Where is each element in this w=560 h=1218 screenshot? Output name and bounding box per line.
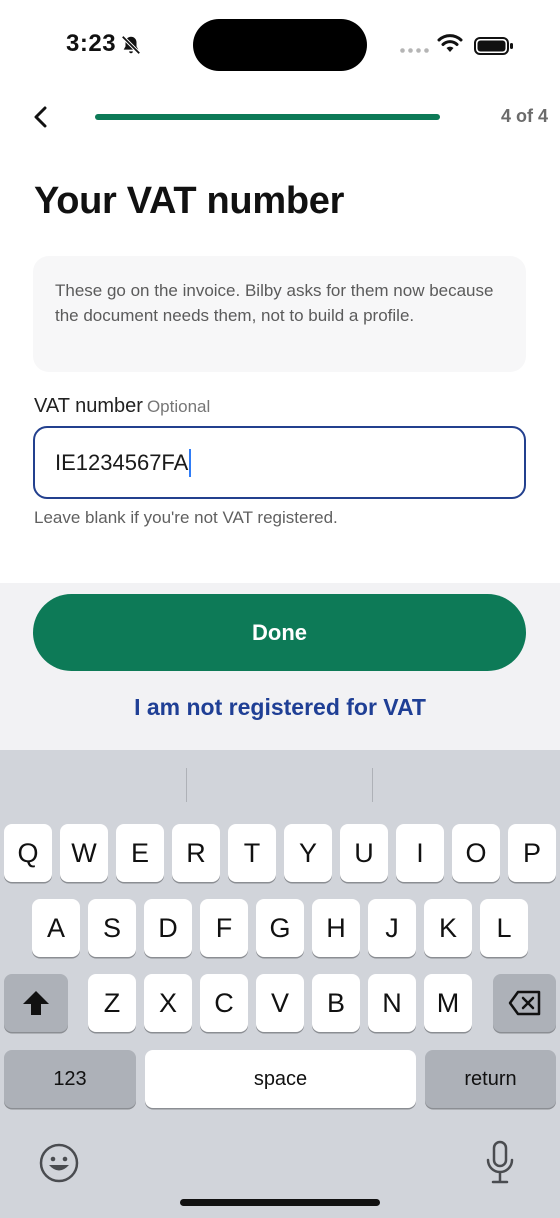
- done-button[interactable]: Done: [33, 594, 526, 671]
- chevron-left-icon: [34, 106, 47, 128]
- optional-tag: Optional: [146, 397, 211, 416]
- key-w[interactable]: W: [60, 824, 108, 882]
- vat-field-label: VAT number Optional: [34, 395, 210, 418]
- microphone-icon[interactable]: [484, 1140, 516, 1186]
- emoji-icon[interactable]: [38, 1142, 80, 1184]
- dynamic-island: [193, 19, 367, 71]
- key-n[interactable]: N: [368, 974, 416, 1032]
- back-button[interactable]: [24, 100, 58, 134]
- vat-input-value: IE1234567FA: [55, 449, 189, 475]
- shift-icon: [23, 991, 49, 1015]
- key-s[interactable]: S: [88, 899, 136, 957]
- vat-hint: Leave blank if you're not VAT registered…: [34, 508, 338, 527]
- key-t[interactable]: T: [228, 824, 276, 882]
- suggestion-divider: [186, 768, 187, 802]
- page-title: Your VAT number: [34, 180, 345, 222]
- shift-key[interactable]: [4, 974, 68, 1032]
- key-g[interactable]: G: [256, 899, 304, 957]
- status-time: 3:23: [66, 30, 117, 57]
- return-key[interactable]: return: [425, 1050, 556, 1108]
- key-h[interactable]: H: [312, 899, 360, 957]
- wifi-icon: [437, 34, 463, 52]
- key-a[interactable]: A: [32, 899, 80, 957]
- key-j[interactable]: J: [368, 899, 416, 957]
- key-p[interactable]: P: [508, 824, 556, 882]
- signal-dots-icon: [400, 48, 429, 53]
- step-counter: 4 of 4: [500, 106, 548, 126]
- key-u[interactable]: U: [340, 824, 388, 882]
- vat-number-input[interactable]: IE1234567FA: [33, 426, 526, 499]
- bell-slash-icon: [121, 35, 141, 55]
- not-registered-link[interactable]: I am not registered for VAT: [0, 694, 560, 721]
- progress-fill: [95, 114, 440, 120]
- key-d[interactable]: D: [144, 899, 192, 957]
- delete-key[interactable]: [493, 974, 556, 1032]
- key-q[interactable]: Q: [4, 824, 52, 882]
- key-e[interactable]: E: [116, 824, 164, 882]
- info-card: These go on the invoice. Bilby asks for …: [33, 256, 526, 372]
- content-area: 3:23 4 of 4 Your VAT number These go on …: [0, 0, 560, 583]
- key-x[interactable]: X: [144, 974, 192, 1032]
- key-b[interactable]: B: [312, 974, 360, 1032]
- keyboard: 123 space return QWERTYUIOP ASDFGHJKL ZXCV…: [0, 750, 560, 1218]
- key-m[interactable]: M: [424, 974, 472, 1032]
- space-key[interactable]: space: [145, 1050, 416, 1108]
- vat-label-text: VAT number: [34, 395, 143, 417]
- key-l[interactable]: L: [480, 899, 528, 957]
- text-caret: [189, 448, 192, 477]
- key-c[interactable]: C: [200, 974, 248, 1032]
- battery-icon: [474, 37, 513, 55]
- key-r[interactable]: R: [172, 824, 220, 882]
- key-v[interactable]: V: [256, 974, 304, 1032]
- key-y[interactable]: Y: [284, 824, 332, 882]
- key-o[interactable]: O: [452, 824, 500, 882]
- info-text: These go on the invoice. Bilby asks for …: [55, 281, 494, 325]
- numbers-key[interactable]: 123: [4, 1050, 136, 1108]
- key-i[interactable]: I: [396, 824, 444, 882]
- backspace-icon: [508, 990, 540, 1016]
- key-f[interactable]: F: [200, 899, 248, 957]
- home-indicator: [180, 1199, 380, 1206]
- key-k[interactable]: K: [424, 899, 472, 957]
- suggestion-divider: [372, 768, 373, 802]
- key-z[interactable]: Z: [88, 974, 136, 1032]
- progress-bar: [95, 114, 440, 120]
